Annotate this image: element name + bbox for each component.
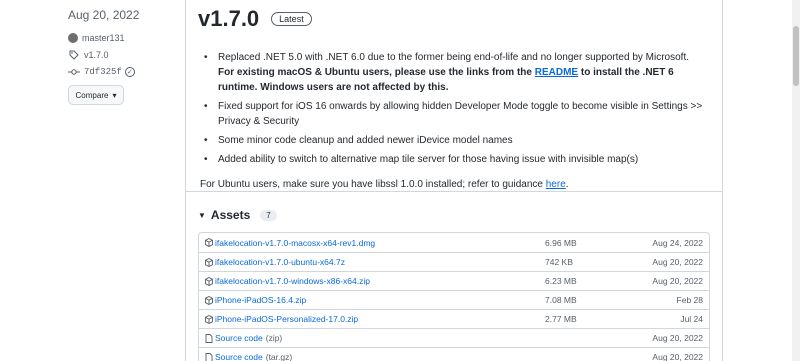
note-2-text: Fixed support for iOS 16 onwards by allo…	[218, 101, 703, 127]
asset-link[interactable]: iPhone-iPadOS-16.4.zip	[205, 295, 545, 305]
release-card: v1.7.0 Latest Replaced .NET 5.0 with .NE…	[185, 0, 723, 361]
scrollbar-thumb[interactable]	[793, 26, 799, 86]
asset-name: iPhone-iPadOS-Personalized-17.0.zip	[215, 314, 359, 324]
note-item-4: Added ability to switch to alternative m…	[200, 152, 710, 167]
asset-row: ifakelocation-v1.7.0-windows-x86-x64.zip…	[199, 271, 709, 290]
file-zip-icon	[205, 333, 213, 343]
asset-row: ifakelocation-v1.7.0-macosx-x64-rev1.dmg…	[199, 233, 709, 252]
release-date: Aug 20, 2022	[68, 8, 140, 22]
asset-date: Jul 24	[680, 314, 703, 324]
note-1-text: Replaced .NET 5.0 with .NET 6.0 due to t…	[218, 52, 690, 63]
asset-link[interactable]: Source code (zip)	[205, 333, 545, 343]
asset-row: Source code (tar.gz) Aug 20, 2022	[199, 347, 709, 361]
assets-toggle[interactable]: ▼ Assets 7	[198, 208, 277, 222]
asset-date: Aug 24, 2022	[652, 237, 703, 248]
tag-icon	[68, 49, 80, 61]
avatar	[68, 32, 78, 43]
asset-row: Source code (zip) Aug 20, 2022	[199, 328, 709, 347]
package-icon	[205, 314, 213, 324]
asset-name: Source code	[215, 352, 263, 361]
package-icon	[205, 238, 213, 247]
asset-size: 2.77 MB	[545, 314, 577, 324]
package-icon	[205, 257, 213, 267]
release-version[interactable]: v1.7.0	[198, 6, 259, 32]
note-item-2: Fixed support for iOS 16 onwards by allo…	[200, 99, 710, 129]
asset-size: 742 KB	[545, 257, 573, 267]
asset-date: Feb 28	[676, 295, 703, 305]
package-icon	[205, 295, 213, 305]
assets-count-badge: 7	[260, 209, 277, 221]
asset-link[interactable]: Source code (tar.gz)	[205, 352, 545, 361]
scrollbar[interactable]	[792, 0, 800, 361]
readme-link[interactable]: README	[535, 67, 578, 78]
asset-date: Aug 20, 2022	[652, 352, 703, 361]
asset-name: ifakelocation-v1.7.0-ubuntu-x64.7z	[215, 257, 345, 267]
package-icon	[205, 276, 213, 286]
note-item-3: Some minor code cleanup and added newer …	[200, 133, 710, 148]
asset-link[interactable]: ifakelocation-v1.7.0-ubuntu-x64.7z	[205, 257, 545, 267]
commit-icon	[68, 66, 80, 78]
release-meta: Aug 20, 2022 master131 v1.7.0 7df325f ✓ …	[68, 8, 178, 105]
chevron-down-icon: ▾	[112, 90, 117, 100]
footnote-text: For Ubuntu users, make sure you have lib…	[200, 179, 546, 190]
triangle-down-icon: ▼	[198, 210, 206, 220]
author-row[interactable]: master131	[68, 30, 178, 45]
footnote-end: .	[565, 179, 569, 190]
assets-heading: Assets	[210, 208, 251, 222]
asset-size: 6.96 MB	[545, 237, 577, 248]
commit-row[interactable]: 7df325f ✓	[68, 64, 178, 79]
guidance-link[interactable]: here	[546, 179, 566, 190]
asset-date: Aug 20, 2022	[652, 257, 703, 267]
tag-label[interactable]: v1.7.0	[84, 50, 109, 60]
asset-row: ifakelocation-v1.7.0-ubuntu-x64.7z 742 K…	[199, 252, 709, 271]
verified-check-icon: ✓	[124, 66, 135, 77]
note-4-text: Added ability to switch to alternative m…	[218, 154, 639, 165]
asset-date: Aug 20, 2022	[652, 276, 703, 286]
asset-size: 7.08 MB	[545, 295, 577, 305]
asset-row: iPhone-iPadOS-Personalized-17.0.zip 2.77…	[199, 309, 709, 328]
release-title-row: v1.7.0 Latest	[198, 6, 312, 32]
assets-list: ifakelocation-v1.7.0-macosx-x64-rev1.dmg…	[198, 232, 710, 361]
release-notes: Replaced .NET 5.0 with .NET 6.0 due to t…	[200, 50, 710, 192]
latest-badge: Latest	[271, 12, 312, 26]
file-zip-icon	[205, 352, 213, 361]
author-name[interactable]: master131	[82, 33, 125, 43]
asset-date: Aug 20, 2022	[652, 333, 703, 343]
tag-row[interactable]: v1.7.0	[68, 47, 178, 62]
asset-name: iPhone-iPadOS-16.4.zip	[215, 295, 307, 305]
asset-name: ifakelocation-v1.7.0-windows-x86-x64.zip	[215, 276, 370, 286]
compare-button[interactable]: Compare ▾	[68, 85, 124, 105]
asset-link[interactable]: ifakelocation-v1.7.0-windows-x86-x64.zip	[205, 276, 545, 286]
ubuntu-footnote: For Ubuntu users, make sure you have lib…	[200, 177, 710, 192]
note-3-text: Some minor code cleanup and added newer …	[218, 135, 513, 146]
asset-name: ifakelocation-v1.7.0-macosx-x64-rev1.dmg	[215, 237, 376, 248]
asset-link[interactable]: iPhone-iPadOS-Personalized-17.0.zip	[205, 314, 545, 324]
note-1-bold-pre: For existing macOS & Ubuntu users, pleas…	[218, 67, 535, 78]
commit-hash[interactable]: 7df325f	[84, 67, 122, 77]
asset-link[interactable]: ifakelocation-v1.7.0-macosx-x64-rev1.dmg	[205, 238, 545, 248]
asset-format: (tar.gz)	[265, 352, 293, 361]
section-divider	[186, 191, 722, 192]
note-item-1: Replaced .NET 5.0 with .NET 6.0 due to t…	[200, 50, 710, 95]
asset-size: 6.23 MB	[545, 276, 577, 286]
asset-row: iPhone-iPadOS-16.4.zip 7.08 MB Feb 28	[199, 290, 709, 309]
asset-name: Source code	[215, 333, 263, 343]
compare-label: Compare	[75, 90, 109, 100]
asset-format: (zip)	[265, 333, 283, 343]
